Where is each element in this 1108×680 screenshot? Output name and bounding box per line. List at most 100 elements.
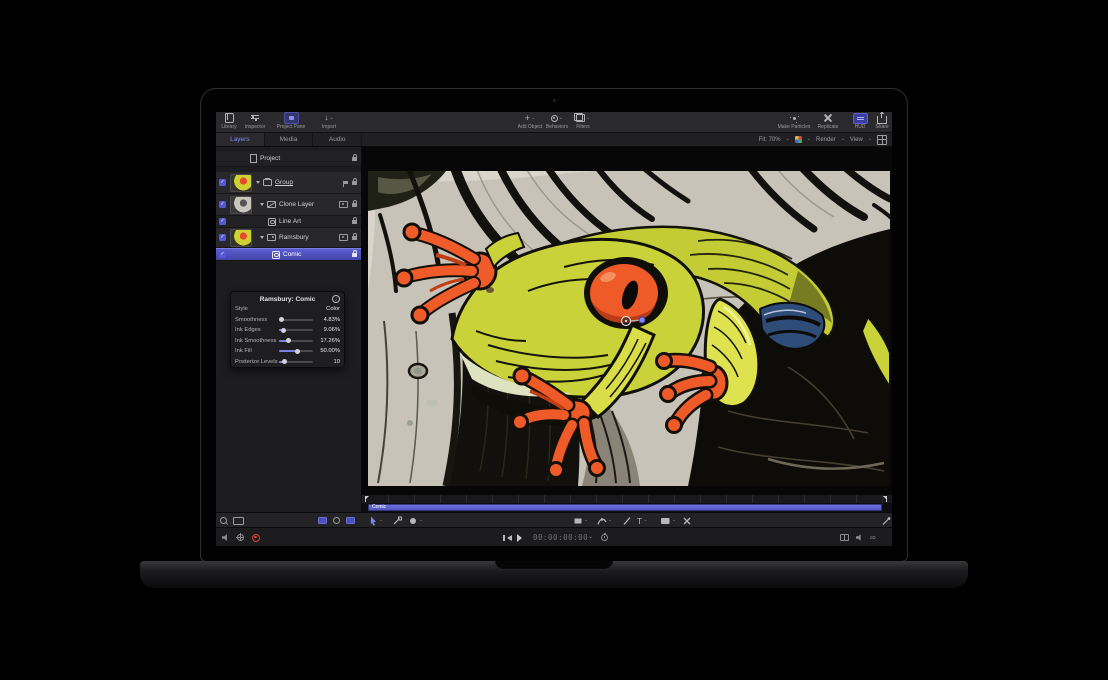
adjust-glyph-tool[interactable]: ⌄: [408, 515, 423, 526]
style-popup[interactable]: Color: [326, 306, 340, 312]
out-point-marker[interactable]: [886, 496, 887, 502]
audio-mute-button[interactable]: [222, 532, 230, 543]
disclosure-triangle-icon[interactable]: [260, 236, 264, 239]
share-icon: [877, 113, 887, 123]
current-frame-button[interactable]: [237, 532, 244, 543]
tab-audio[interactable]: Audio: [313, 133, 362, 146]
play-icon: [517, 534, 522, 542]
display-badge-icon[interactable]: [339, 201, 348, 208]
layout-grid-icon[interactable]: [877, 135, 887, 145]
layer-row-comic[interactable]: ✓ Comic: [216, 248, 361, 261]
replicate-button[interactable]: Replicate: [813, 113, 843, 132]
layer-checkbox[interactable]: ✓: [219, 234, 226, 241]
ink-edges-slider[interactable]: [279, 329, 313, 331]
lock-icon[interactable]: [352, 220, 357, 224]
layer-row-line-art[interactable]: ✓ Line Art: [216, 216, 361, 228]
adjust-item-tool[interactable]: [392, 515, 402, 526]
render-chevron-icon[interactable]: ⌄: [841, 137, 845, 142]
fcurves-pane-icon: [333, 517, 340, 524]
line-tool[interactable]: [622, 515, 632, 526]
timeline-clip-comic[interactable]: Comic: [368, 504, 882, 511]
make-particles-button[interactable]: Make Particles: [774, 113, 814, 132]
disclosure-triangle-icon[interactable]: [260, 203, 264, 206]
canvas-toolbar: ⌄ ⌄ ⌄ ⌄: [216, 512, 892, 527]
layer-row-ramsbury[interactable]: ✓ Ramsbury: [216, 228, 361, 248]
zoom-level-popup[interactable]: Fit: 70%: [759, 137, 781, 143]
loop-playback-button[interactable]: ∞: [870, 532, 876, 543]
keyframe-pen-button[interactable]: [881, 515, 891, 526]
inspector-icon: [251, 113, 259, 123]
layer-row-clone-layer[interactable]: ✓ Clone Layer: [216, 194, 361, 216]
in-point-marker[interactable]: [365, 496, 366, 502]
timeline-pane-toggle[interactable]: [346, 515, 355, 526]
lock-icon[interactable]: [352, 253, 357, 257]
bezier-tool[interactable]: ⌄: [597, 515, 612, 526]
info-icon[interactable]: i: [332, 295, 340, 303]
timecode-popup[interactable]: ⌄: [588, 532, 593, 543]
behaviors-button[interactable]: ⌄ Behaviors: [542, 113, 572, 132]
canvas[interactable]: [362, 147, 892, 494]
play-button[interactable]: [517, 532, 522, 543]
lock-icon[interactable]: [352, 157, 357, 161]
filters-button[interactable]: ⌄ Filters: [570, 113, 596, 132]
layers-pane-toggle[interactable]: [318, 515, 327, 526]
make-particles-icon: [793, 113, 796, 123]
color-channels-icon[interactable]: [795, 136, 802, 143]
audio-button[interactable]: [856, 532, 864, 543]
paint-stroke-tool[interactable]: ⌄: [660, 515, 676, 526]
smoothness-slider[interactable]: [279, 319, 313, 321]
inspector-button[interactable]: Inspector: [240, 113, 270, 132]
view-popup[interactable]: View: [850, 137, 863, 143]
fcurves-pane-toggle[interactable]: [333, 515, 340, 526]
axis-tool[interactable]: [682, 515, 692, 526]
ink-fill-slider[interactable]: [279, 350, 313, 352]
group-icon: [263, 179, 272, 186]
hud-row-ink-smoothness: Ink Smoothness 17.26%: [235, 336, 340, 347]
tab-layers[interactable]: Layers: [216, 133, 265, 146]
tab-media[interactable]: Media: [265, 133, 314, 146]
stopwatch-icon: [601, 534, 608, 541]
layer-checkbox[interactable]: ✓: [219, 201, 226, 208]
duration-toggle[interactable]: [601, 532, 608, 543]
preview-toggle-button[interactable]: [233, 515, 244, 526]
lock-icon[interactable]: [352, 236, 357, 240]
search-button[interactable]: [220, 515, 227, 526]
disclosure-triangle-icon[interactable]: [256, 181, 260, 184]
motion-app-window: Library Inspector Project Pane ↓⌄ Import…: [216, 112, 892, 546]
select-transform-tool[interactable]: ⌄: [368, 515, 383, 526]
hud-panel[interactable]: Ramsbury: Comic i Style Color Smoothness…: [230, 291, 345, 368]
channels-chevron-icon[interactable]: ⌄: [807, 137, 811, 142]
mini-timeline[interactable]: Comic: [362, 503, 892, 512]
ink-smoothness-slider[interactable]: [279, 340, 313, 342]
rectangle-tool-icon: [573, 516, 583, 526]
record-animation-button[interactable]: [252, 532, 260, 543]
view-chevron-icon[interactable]: ⌄: [868, 137, 872, 142]
layer-row-project[interactable]: Project: [216, 151, 361, 167]
rectangle-tool[interactable]: ⌄: [573, 515, 588, 526]
layer-checkbox[interactable]: ✓: [219, 251, 226, 258]
layer-row-group[interactable]: ✓ Group: [216, 172, 361, 194]
lock-icon[interactable]: [352, 181, 357, 185]
zoom-stepper-icon[interactable]: ⌄: [786, 137, 790, 142]
display-badge-icon[interactable]: [339, 234, 348, 241]
render-popup[interactable]: Render: [816, 137, 836, 143]
flush-render-button[interactable]: [840, 532, 849, 543]
filters-icon: ⌄: [576, 113, 590, 123]
go-to-start-button[interactable]: [503, 532, 512, 543]
flag-icon[interactable]: [344, 181, 348, 185]
replicate-icon: [824, 113, 832, 123]
hud-button[interactable]: HUD: [848, 113, 872, 132]
posterize-levels-slider[interactable]: [279, 361, 313, 363]
layer-checkbox[interactable]: ✓: [219, 179, 226, 186]
timeline-ruler[interactable]: [362, 494, 892, 503]
clone-layer-icon: [267, 201, 276, 208]
layer-checkbox[interactable]: ✓: [219, 218, 226, 225]
library-button[interactable]: Library: [218, 113, 240, 132]
share-button[interactable]: Share: [872, 113, 892, 132]
project-pane-button[interactable]: Project Pane: [270, 113, 312, 132]
record-icon: [252, 534, 260, 542]
import-button[interactable]: ↓⌄ Import: [314, 113, 344, 132]
timecode-display[interactable]: 00:00:00:00: [533, 532, 588, 543]
lock-icon[interactable]: [352, 203, 357, 207]
text-tool[interactable]: T⌄: [637, 515, 647, 526]
